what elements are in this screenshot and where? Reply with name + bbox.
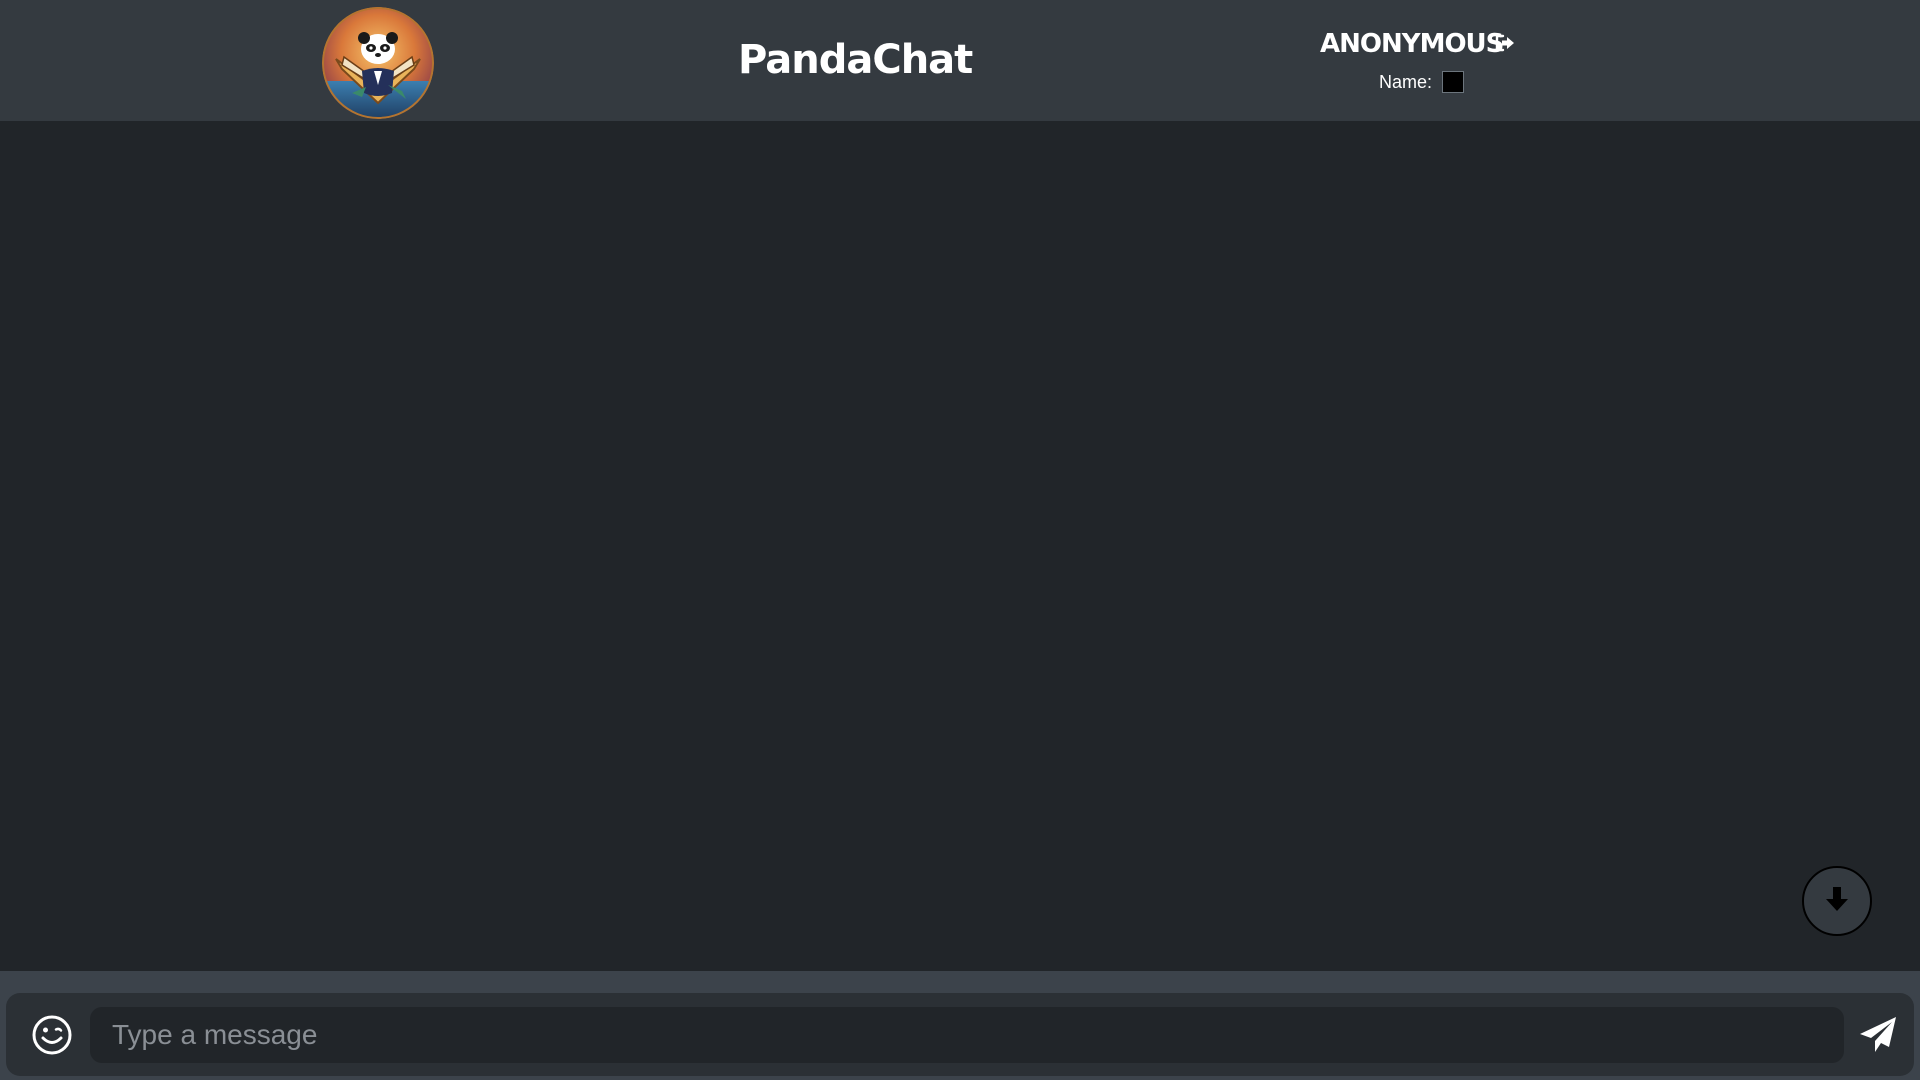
message-input[interactable] [90, 1007, 1844, 1063]
name-label: Name: [1379, 71, 1433, 92]
paper-plane-icon[interactable] [1856, 1013, 1900, 1057]
sign-out-icon[interactable] [1494, 32, 1516, 54]
user-panel: ANONYMOUS Name: [1300, 28, 1540, 108]
scroll-to-bottom-button[interactable] [1802, 866, 1872, 936]
chat-messages-area[interactable] [0, 121, 1920, 971]
app-title: PandaChat [738, 37, 973, 83]
smiley-icon[interactable] [30, 1013, 74, 1057]
username-label: ANONYMOUS [1320, 29, 1504, 59]
arrow-down-icon [1821, 883, 1853, 919]
panda-logo-icon [322, 7, 434, 119]
name-color-picker[interactable] [1442, 71, 1465, 93]
message-composer [6, 993, 1914, 1076]
name-color-row: Name: [1379, 70, 1465, 94]
top-header: PandaChat ANONYMOUS Name: [0, 0, 1920, 121]
